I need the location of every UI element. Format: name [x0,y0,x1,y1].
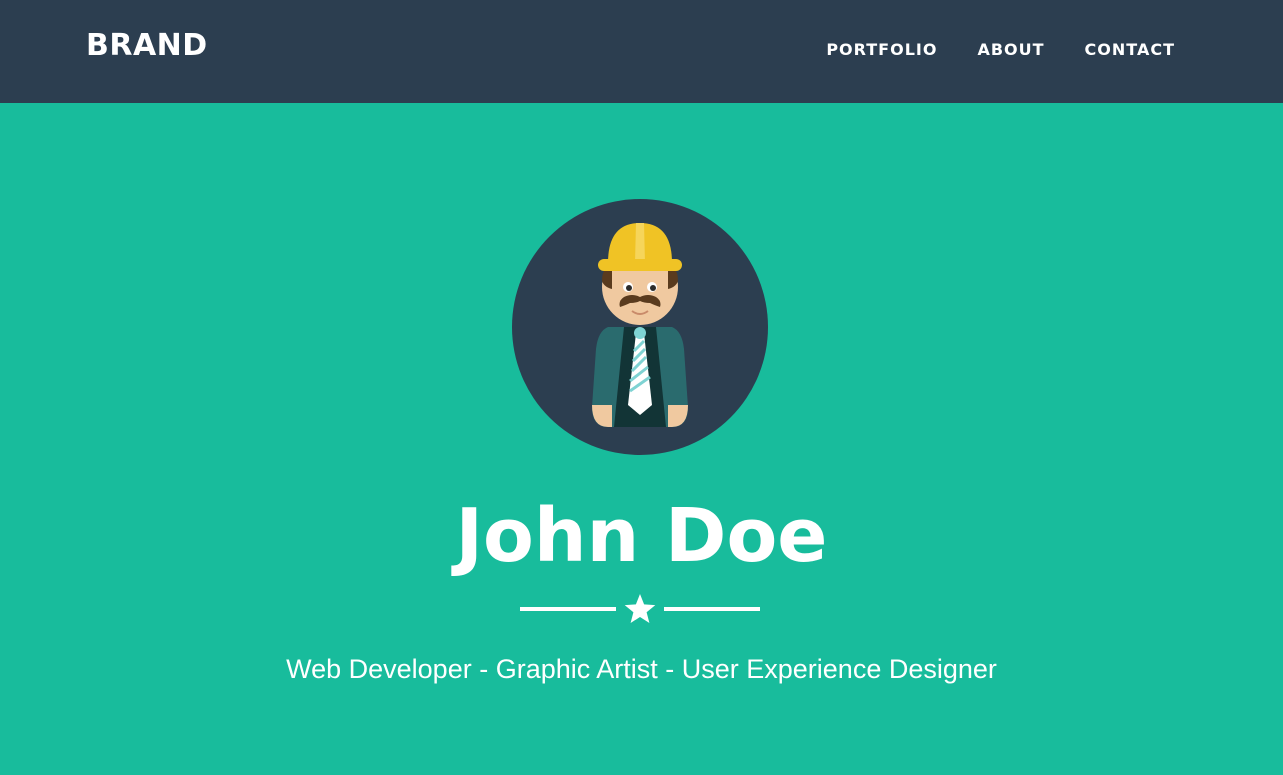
star-divider [520,594,760,623]
hero-section: John Doe Web Developer - Graphic Artist … [0,103,1283,775]
nav-link-about[interactable]: ABOUT [977,40,1044,59]
hero-name: John Doe [455,493,828,579]
nav-item-contact: CONTACT [1085,40,1175,60]
navbar: BRAND PORTFOLIO ABOUT CONTACT [0,0,1283,103]
nav-link-portfolio[interactable]: PORTFOLIO [826,40,937,59]
brand-logo-link[interactable]: BRAND [86,28,208,63]
nav-item-about: ABOUT [977,40,1044,60]
nav-link-contact[interactable]: CONTACT [1085,40,1175,59]
nav-item-portfolio: PORTFOLIO [826,40,937,60]
construction-worker-avatar-icon [512,199,768,455]
nav-menu: PORTFOLIO ABOUT CONTACT [826,40,1175,60]
hero-tagline: Web Developer - Graphic Artist - User Ex… [286,654,997,684]
star-icon [624,594,656,623]
